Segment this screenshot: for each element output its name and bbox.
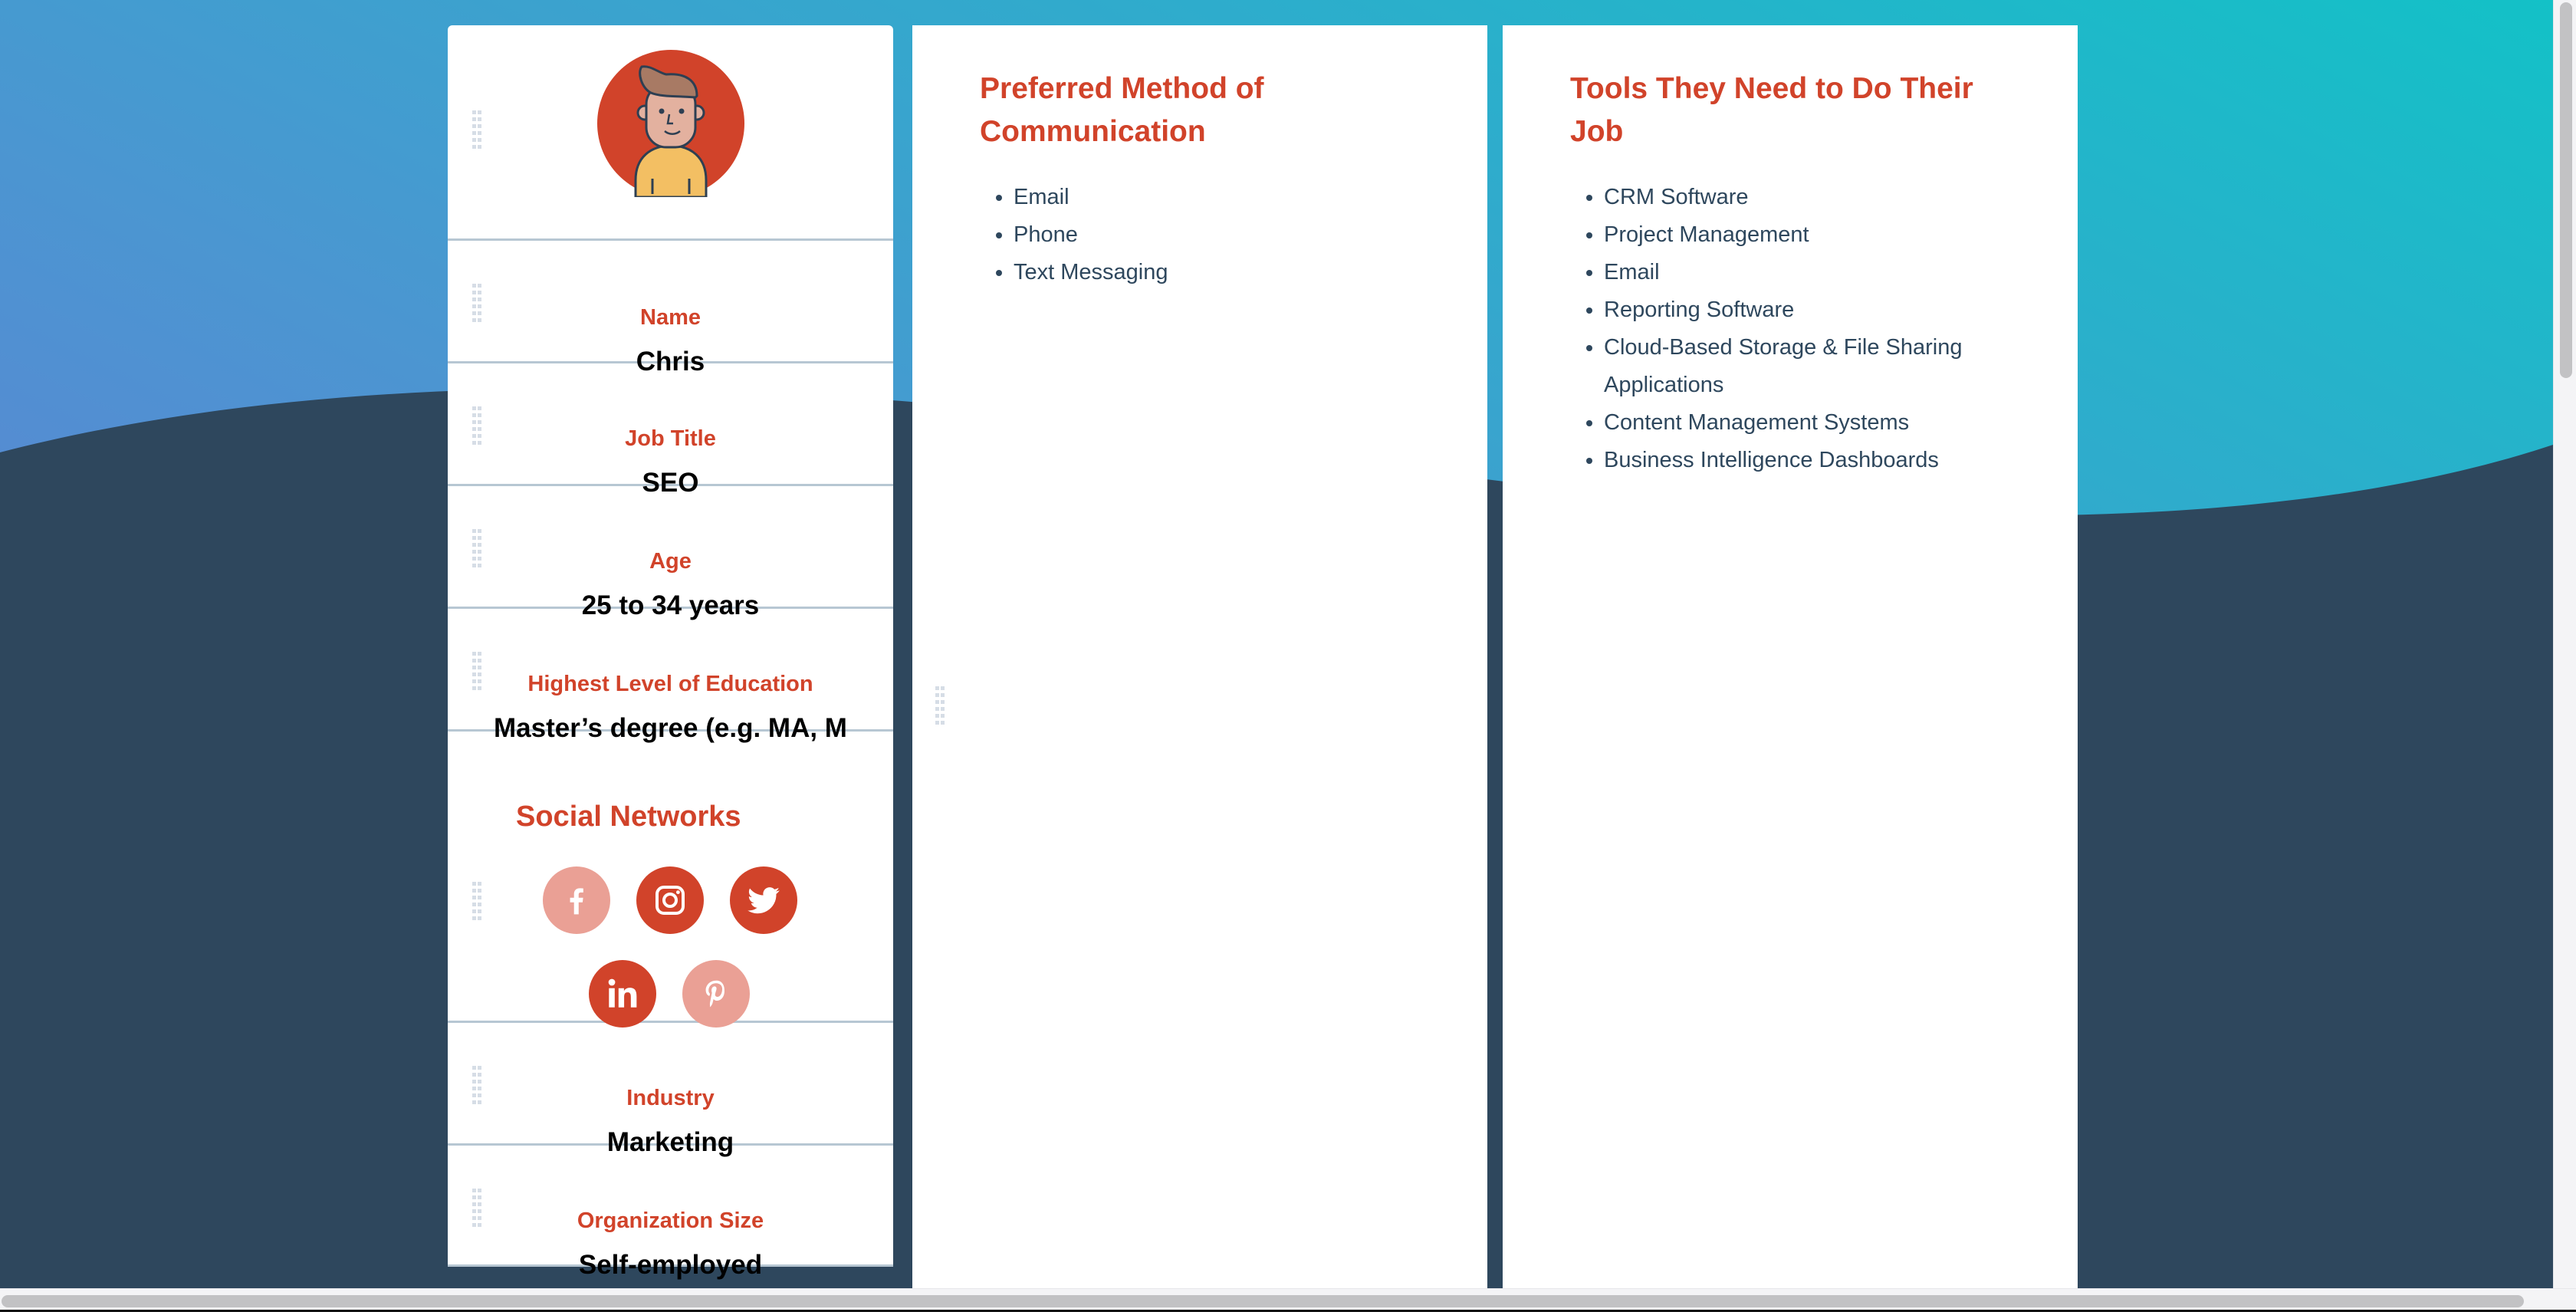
social-networks-title: Social Networks: [516, 801, 741, 833]
field-label: Age: [649, 549, 692, 574]
communication-card[interactable]: Preferred Method of Communication EmailP…: [912, 25, 1487, 1288]
field-organization-size[interactable]: Organization Size Self-employed: [448, 1146, 893, 1280]
list-item: Content Management Systems: [1604, 404, 2015, 442]
field-label: Job Title: [625, 426, 716, 451]
list-item: Email: [1014, 179, 1409, 216]
tools-list: CRM SoftwareProject ManagementEmailRepor…: [1570, 179, 2015, 479]
communication-title: Preferred Method of Communication: [980, 72, 1264, 148]
tools-card[interactable]: Tools They Need to Do Their Job CRM Soft…: [1503, 25, 2078, 1288]
twitter-button[interactable]: [730, 866, 797, 934]
list-item: Business Intelligence Dashboards: [1604, 442, 2015, 479]
persona-card: Name Chris Job Title SEO Age 25 to 34 ye…: [448, 25, 893, 1280]
list-item: Phone: [1014, 216, 1409, 254]
horizontal-scrollbar-thumb[interactable]: [2, 1295, 2524, 1307]
field-label: Organization Size: [577, 1208, 764, 1233]
field-name[interactable]: Name Chris: [448, 241, 893, 377]
tools-title: Tools They Need to Do Their Job: [1570, 72, 1973, 148]
field-industry[interactable]: Industry Marketing: [448, 1023, 893, 1157]
field-label: Name: [640, 305, 701, 330]
instagram-button[interactable]: [636, 866, 704, 934]
linkedin-button[interactable]: [589, 960, 656, 1028]
linkedin-icon: [608, 978, 637, 1008]
list-item: Cloud-Based Storage & File Sharing Appli…: [1604, 329, 2015, 404]
avatar[interactable]: [597, 50, 744, 197]
social-networks-section[interactable]: Social Networks: [448, 732, 893, 1028]
pinterest-icon: [705, 980, 724, 1008]
drag-handle-icon[interactable]: [935, 686, 945, 725]
facebook-icon: [570, 888, 583, 915]
field-education[interactable]: Highest Level of Education Master’s degr…: [448, 609, 893, 743]
field-age[interactable]: Age 25 to 34 years: [448, 486, 893, 620]
horizontal-scrollbar[interactable]: [0, 1288, 2576, 1312]
drag-handle-icon[interactable]: [472, 882, 481, 920]
twitter-icon: [748, 887, 780, 914]
communication-list: EmailPhoneText Messaging: [980, 179, 1409, 291]
list-item: Email: [1604, 254, 2015, 291]
field-job-title[interactable]: Job Title SEO: [448, 363, 893, 498]
field-value[interactable]: Self-employed: [494, 1250, 847, 1281]
list-item: Reporting Software: [1604, 291, 2015, 329]
list-item: CRM Software: [1604, 179, 2015, 216]
avatar-row[interactable]: [448, 25, 893, 241]
vertical-scrollbar[interactable]: [2553, 0, 2576, 1288]
field-label: Industry: [626, 1086, 715, 1110]
drag-handle-icon[interactable]: [472, 110, 481, 149]
vertical-scrollbar-thumb[interactable]: [2560, 2, 2572, 378]
instagram-icon: [656, 886, 685, 915]
facebook-button[interactable]: [543, 866, 610, 934]
list-item: Project Management: [1604, 216, 2015, 254]
field-label: Highest Level of Education: [527, 672, 813, 696]
list-item: Text Messaging: [1014, 254, 1409, 291]
pinterest-button[interactable]: [682, 960, 750, 1028]
